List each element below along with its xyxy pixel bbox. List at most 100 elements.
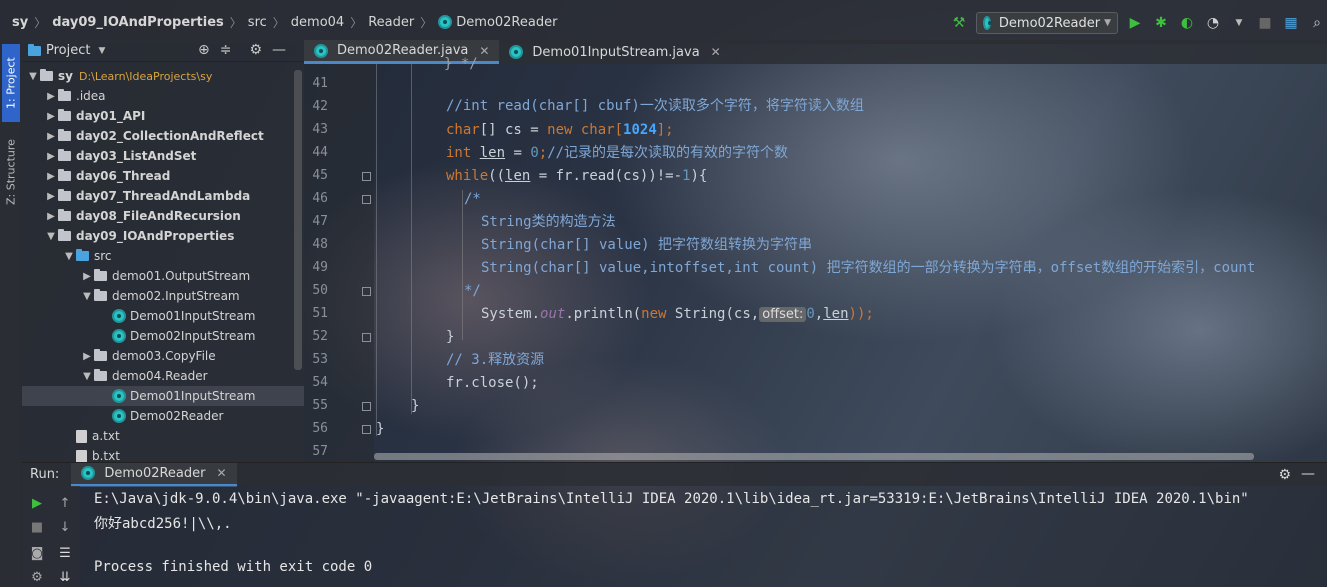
tree-item-label: Demo02InputStream: [130, 329, 256, 343]
run-tab[interactable]: Demo02Reader ✕: [71, 462, 237, 487]
chevron-down-icon[interactable]: ▼: [44, 231, 58, 242]
class-icon: [112, 409, 126, 423]
tree-item[interactable]: ▼ day09_IOAndProperties: [22, 226, 304, 246]
code-area[interactable]: } */ //int read(char[] cbuf)一次读取多个字符，将字符…: [374, 56, 1327, 462]
class-icon: [438, 15, 453, 29]
chevron-right-icon[interactable]: ▶: [44, 151, 58, 162]
stop-icon[interactable]: ■: [28, 518, 46, 536]
chevron-right-icon[interactable]: ▶: [44, 91, 58, 102]
tree-item[interactable]: ▶ day08_FileAndRecursion: [22, 206, 304, 226]
chevron-right-icon[interactable]: ▶: [80, 271, 94, 282]
tree-item[interactable]: Demo01InputStream: [22, 386, 304, 406]
text-file-icon: [76, 429, 87, 443]
settings-icon[interactable]: ⚙: [28, 568, 46, 586]
tab-demo01inputstream[interactable]: Demo01InputStream.java ✕: [499, 40, 730, 64]
debug-icon[interactable]: ✱: [1152, 14, 1170, 32]
code-line-48: String(char[] value) 把字符数组转换为字符串: [481, 237, 813, 253]
coverage-icon[interactable]: ◐: [1178, 14, 1196, 32]
tree-item-label: day03_ListAndSet: [76, 149, 197, 163]
chevron-down-icon[interactable]: ▼: [98, 46, 105, 56]
tree-item[interactable]: Demo02InputStream: [22, 326, 304, 346]
tab-label: Demo01InputStream.java: [532, 44, 700, 60]
soft-wrap-icon[interactable]: ☰: [56, 544, 74, 562]
chevron-down-icon[interactable]: ▼: [26, 71, 40, 82]
fold-marker-icon[interactable]: [362, 287, 371, 296]
tree-item[interactable]: ▶ day02_CollectionAndReflect: [22, 126, 304, 146]
gear-icon[interactable]: ⚙: [1278, 467, 1291, 483]
tree-item-label: b.txt: [92, 449, 120, 463]
close-icon[interactable]: ✕: [217, 466, 227, 480]
chevron-down-icon[interactable]: ▼: [1230, 14, 1248, 32]
profile-icon[interactable]: ◔: [1204, 14, 1222, 32]
hammer-icon[interactable]: ⚒: [950, 14, 968, 32]
scroll-to-end-icon[interactable]: ⇊: [56, 568, 74, 586]
line-number: 47: [312, 214, 328, 229]
tree-item[interactable]: ▶ demo01.OutputStream: [22, 266, 304, 286]
fold-marker-icon[interactable]: [362, 172, 371, 181]
close-icon[interactable]: ✕: [479, 44, 489, 58]
chevron-right-icon[interactable]: ▶: [44, 111, 58, 122]
fold-marker-icon[interactable]: [362, 425, 371, 434]
project-folder-icon: [28, 43, 41, 56]
arrow-up-icon[interactable]: ↑: [56, 494, 74, 512]
tree-item[interactable]: ▶ demo03.CopyFile: [22, 346, 304, 366]
tree-item[interactable]: ▶ day06_Thread: [22, 166, 304, 186]
tree-item[interactable]: Demo01InputStream: [22, 306, 304, 326]
arrow-down-icon[interactable]: ↓: [56, 518, 74, 536]
project-tool-tab[interactable]: 1: Project: [2, 44, 20, 122]
camera-icon[interactable]: ◙: [28, 544, 46, 562]
search-icon[interactable]: ⌕: [1308, 14, 1326, 32]
minimize-icon[interactable]: —: [272, 42, 286, 58]
chevron-right-icon[interactable]: ▶: [44, 211, 58, 222]
project-scrollbar[interactable]: [294, 70, 302, 370]
breadcrumb-module[interactable]: day09_IOAndProperties: [52, 15, 224, 30]
console-output[interactable]: E:\Java\jdk-9.0.4\bin\java.exe "-javaage…: [80, 486, 1327, 587]
indent-guide: [411, 64, 412, 414]
project-structure-icon[interactable]: ▦: [1282, 14, 1300, 32]
run-icon[interactable]: ▶: [1126, 14, 1144, 32]
close-icon[interactable]: ✕: [711, 45, 721, 59]
tree-item-label: demo04.Reader: [112, 369, 208, 383]
locate-icon[interactable]: ⊕: [198, 42, 210, 58]
fold-marker-icon[interactable]: [362, 333, 371, 342]
editor-horizontal-scrollbar[interactable]: [374, 453, 1254, 460]
chevron-right-icon[interactable]: ▶: [44, 171, 58, 182]
rerun-icon[interactable]: ▶: [28, 494, 46, 512]
fold-marker-icon[interactable]: [362, 402, 371, 411]
breadcrumb-demo04[interactable]: demo04: [291, 15, 344, 30]
structure-tool-tab[interactable]: Z: Structure: [2, 132, 20, 212]
code-line-46: /*: [464, 191, 481, 207]
project-panel-title[interactable]: Project: [46, 43, 90, 58]
tree-item[interactable]: ▶ day07_ThreadAndLambda: [22, 186, 304, 206]
tree-item[interactable]: Demo02Reader: [22, 406, 304, 426]
code-line-45: while((len = fr.read(cs))!=-1){: [446, 168, 708, 184]
chevron-down-icon[interactable]: ▼: [80, 291, 94, 302]
run-configuration-select[interactable]: Demo02Reader ▼: [976, 12, 1118, 34]
fold-marker-icon[interactable]: [362, 195, 371, 204]
tree-item[interactable]: a.txt: [22, 426, 304, 446]
collapse-all-icon[interactable]: ≑: [220, 42, 232, 58]
breadcrumb: sy 〉 day09_IOAndProperties 〉 src 〉 demo0…: [0, 10, 557, 34]
tree-item[interactable]: ▶ day03_ListAndSet: [22, 146, 304, 166]
line-number: 41: [312, 76, 328, 91]
chevron-down-icon[interactable]: ▼: [80, 371, 94, 382]
tree-item[interactable]: ▶ .idea: [22, 86, 304, 106]
chevron-down-icon[interactable]: ▼: [62, 251, 76, 262]
chevron-right-icon[interactable]: ▶: [80, 351, 94, 362]
tree-item[interactable]: ▶ day01_API: [22, 106, 304, 126]
tree-item[interactable]: ▼ demo04.Reader: [22, 366, 304, 386]
breadcrumb-src[interactable]: src: [248, 15, 267, 30]
breadcrumb-class[interactable]: Demo02Reader: [438, 15, 557, 30]
tree-item[interactable]: ▼ src: [22, 246, 304, 266]
tree-item[interactable]: ▼ demo02.InputStream: [22, 286, 304, 306]
stop-icon[interactable]: ■: [1256, 14, 1274, 32]
chevron-right-icon[interactable]: ▶: [44, 131, 58, 142]
code-editor[interactable]: 41 42 43 44 45 46 47 48 49 50 51 52 53 54 55 56 57 } */ …: [304, 56, 1327, 462]
breadcrumb-sy[interactable]: sy: [12, 15, 28, 30]
gear-icon[interactable]: ⚙: [249, 42, 262, 58]
breadcrumb-reader[interactable]: Reader: [368, 15, 414, 30]
tree-item-label: day06_Thread: [76, 169, 171, 183]
minimize-icon[interactable]: —: [1301, 466, 1315, 482]
tree-item[interactable]: ▼ sy D:\Learn\IdeaProjects\sy: [22, 66, 304, 86]
chevron-right-icon[interactable]: ▶: [44, 191, 58, 202]
